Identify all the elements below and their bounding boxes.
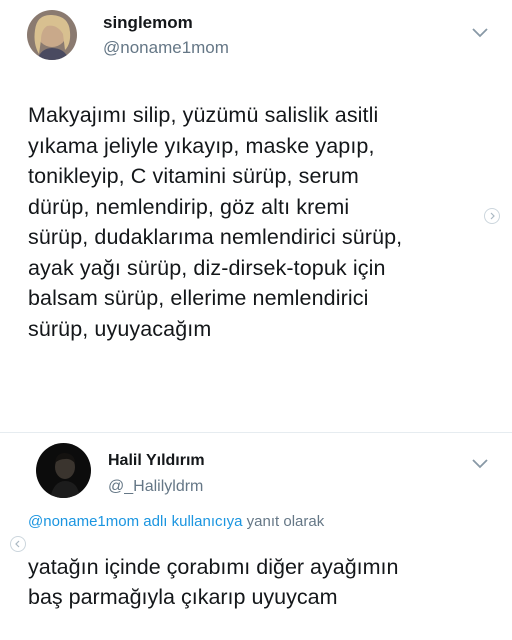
side-scroll-icon: [10, 536, 26, 552]
divider: [0, 432, 512, 433]
reply-to-line: @noname1mom adlı kullanıcıya yanıt olara…: [28, 513, 324, 530]
chevron-down-icon[interactable]: [470, 26, 490, 40]
chevron-down-icon[interactable]: [470, 457, 490, 471]
profile-photo: [27, 10, 77, 60]
display-name[interactable]: singlemom: [103, 13, 193, 33]
reply-to-suffix: yanıt olarak: [246, 513, 325, 530]
avatar[interactable]: [36, 443, 91, 498]
reply-to-mention[interactable]: @noname1mom adlı kullanıcıya: [28, 513, 243, 530]
avatar[interactable]: [27, 10, 77, 60]
profile-photo: [36, 443, 91, 498]
tweet-text: Makyajımı silip, yüzümü salislik asitli …: [28, 103, 403, 341]
side-scroll-icon: [484, 208, 500, 224]
reply-text: yatağın içinde çorabımı diğer ayağımın b…: [28, 555, 399, 609]
user-handle[interactable]: @noname1mom: [103, 38, 229, 58]
user-handle[interactable]: @_Halilyldrm: [108, 478, 203, 496]
display-name[interactable]: Halil Yıldırım: [108, 452, 205, 470]
